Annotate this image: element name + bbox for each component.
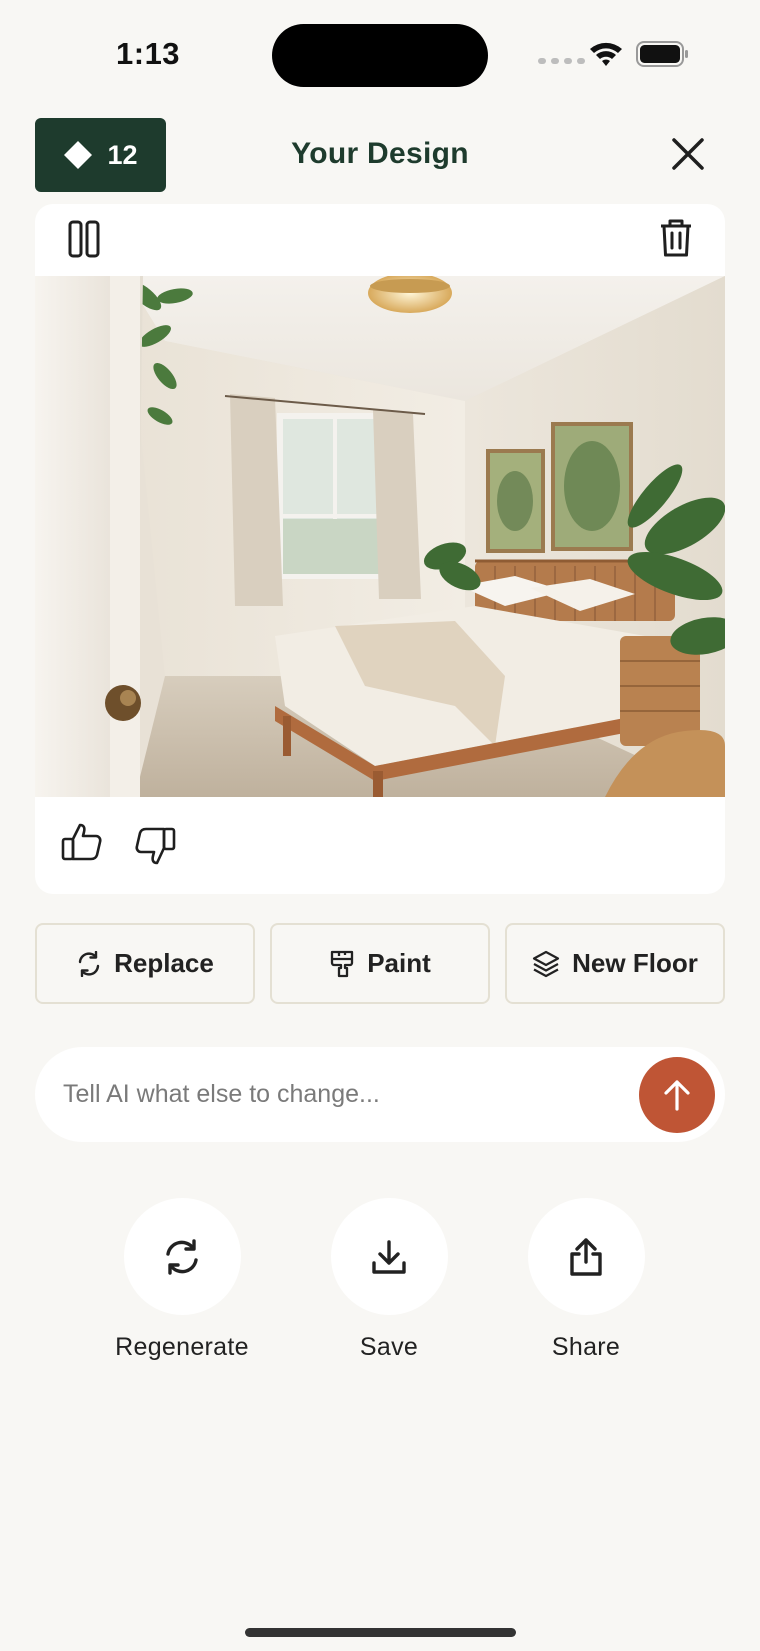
cellular-signal-icon (538, 58, 585, 64)
tool-row: Replace Paint New Floor (35, 923, 725, 1004)
paint-roller-icon (331, 950, 354, 977)
home-indicator (245, 1628, 516, 1637)
save-label: Save (359, 1333, 419, 1361)
download-icon (372, 1239, 406, 1274)
prompt-input[interactable] (63, 1047, 623, 1142)
save-action[interactable]: Save (309, 1198, 469, 1362)
send-button[interactable] (639, 1057, 715, 1133)
room-design-image (35, 276, 725, 797)
dynamic-island (272, 24, 488, 87)
status-bar: 1:13 (0, 0, 760, 110)
close-icon[interactable] (668, 134, 708, 174)
paint-button[interactable]: Paint (270, 923, 490, 1004)
prompt-bar (35, 1047, 725, 1142)
trash-icon[interactable] (659, 218, 693, 258)
regenerate-button[interactable] (123, 1198, 241, 1315)
compare-view-icon[interactable] (68, 220, 100, 258)
design-card (35, 204, 725, 894)
replace-button[interactable]: Replace (35, 923, 255, 1004)
refresh-icon (78, 950, 100, 977)
battery-icon (636, 41, 688, 67)
thumbs-up-icon[interactable] (61, 822, 103, 862)
regenerate-icon (166, 1238, 198, 1275)
new-floor-label: New Floor (572, 948, 698, 978)
share-button[interactable] (527, 1198, 645, 1315)
page-title: Your Design (291, 137, 469, 170)
share-action[interactable]: Share (506, 1198, 666, 1362)
thumbs-down-icon[interactable] (134, 826, 176, 866)
arrow-up-icon (664, 1080, 690, 1111)
new-floor-button[interactable]: New Floor (505, 923, 725, 1004)
share-icon (570, 1237, 602, 1276)
status-time: 1:13 (116, 36, 181, 71)
share-label: Share (551, 1333, 621, 1361)
replace-label: Replace (114, 948, 214, 978)
layers-icon (533, 950, 560, 977)
save-button[interactable] (330, 1198, 448, 1315)
paint-label: Paint (367, 948, 431, 978)
regenerate-label: Regenerate (115, 1333, 249, 1361)
wifi-icon (590, 42, 622, 66)
regenerate-action[interactable]: Regenerate (102, 1198, 262, 1362)
